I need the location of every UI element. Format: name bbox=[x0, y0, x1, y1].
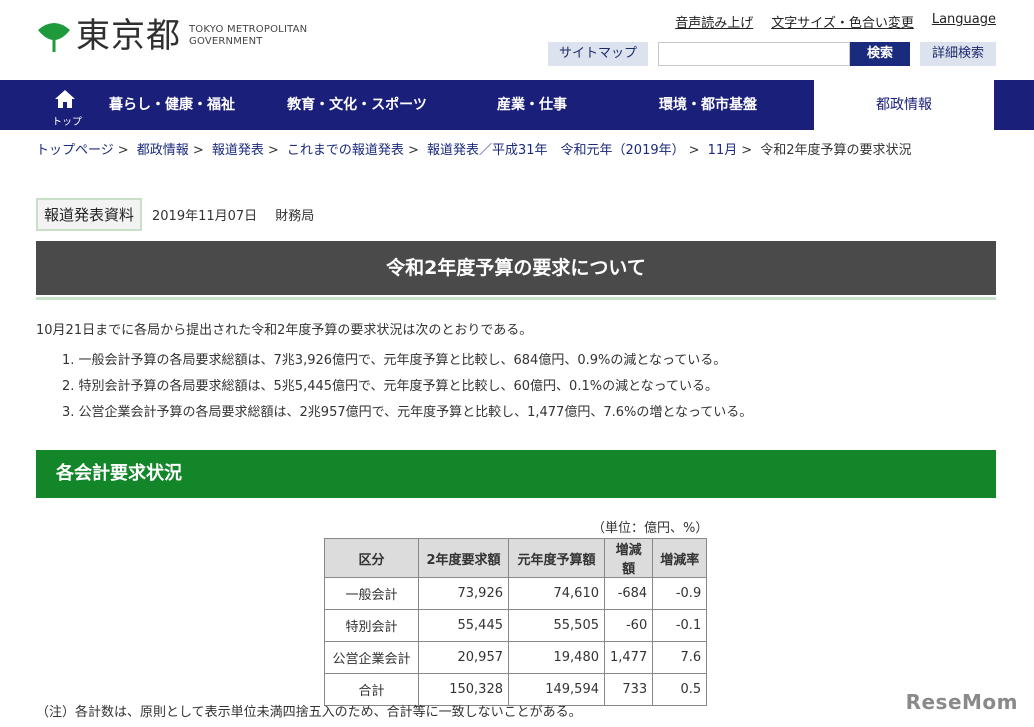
cell-change: 733 bbox=[603, 673, 654, 706]
breadcrumb-separator: > bbox=[267, 143, 279, 158]
section-title: 各会計要求状況 bbox=[36, 450, 996, 498]
cell-change: -60 bbox=[603, 609, 654, 642]
read-aloud-link[interactable]: 音声読み上げ bbox=[675, 12, 753, 31]
breadcrumb-top[interactable]: トップページ bbox=[36, 143, 114, 158]
tokyo-logo[interactable]: 東京都 TOKYO METROPOLITAN GOVERNMENT bbox=[36, 18, 307, 54]
table-row: 公営企業会計 20,957 19,480 1,477 7.6 bbox=[324, 641, 708, 674]
breadcrumb-separator: > bbox=[688, 143, 700, 158]
cell-change: 1,477 bbox=[603, 641, 654, 674]
nav-home[interactable]: トップ bbox=[0, 80, 92, 130]
search-row: サイトマップ 検索 詳細検索 bbox=[548, 42, 996, 66]
list-item: 1. 一般会計予算の各局要求総額は、7兆3,926億円で、元年度予算と比較し、6… bbox=[62, 353, 727, 368]
breadcrumb-press[interactable]: 報道発表 bbox=[212, 143, 264, 158]
nav-item-industry[interactable]: 産業・仕事 bbox=[462, 80, 602, 130]
cell-category: 特別会計 bbox=[324, 609, 419, 642]
cell-fy2-request: 55,445 bbox=[418, 609, 509, 642]
logo-english: TOKYO METROPOLITAN GOVERNMENT bbox=[189, 24, 307, 48]
advanced-search-button[interactable]: 詳細検索 bbox=[920, 42, 996, 66]
cell-fy1-budget: 19,480 bbox=[508, 641, 605, 674]
list-item: 2. 特別会計予算の各局要求総額は、5兆5,445億円で、元年度予算と比較し、6… bbox=[62, 379, 719, 394]
breadcrumb-current: 令和2年度予算の要求状況 bbox=[760, 143, 912, 158]
breadcrumb-separator: > bbox=[117, 143, 129, 158]
table-unit: （単位：億円、%） bbox=[592, 521, 709, 536]
page-title: 令和2年度予算の要求について bbox=[36, 241, 996, 295]
cell-change-rate: 0.5 bbox=[652, 673, 708, 706]
cell-fy2-request: 20,957 bbox=[418, 641, 509, 674]
breadcrumb-separator: > bbox=[407, 143, 419, 158]
press-date: 2019年11月07日 bbox=[152, 209, 258, 224]
logo-en-line1: TOKYO METROPOLITAN bbox=[189, 24, 308, 35]
table-note: （注）各計数は、原則として表示単位未満四捨五入のため、合計等に一致しないことがあ… bbox=[36, 705, 582, 720]
resemom-watermark: ReseMom bbox=[905, 690, 1018, 714]
cell-fy1-budget: 74,610 bbox=[508, 577, 605, 610]
press-tag: 報道発表資料 bbox=[36, 198, 143, 231]
breadcrumb-year[interactable]: 報道発表／平成31年 令和元年（2019年） bbox=[427, 143, 685, 158]
sitemap-button[interactable]: サイトマップ bbox=[548, 42, 648, 66]
header-fy1-budget: 元年度予算額 bbox=[508, 538, 605, 578]
header-fy2-request: 2年度要求額 bbox=[418, 538, 509, 578]
nav-item-environment[interactable]: 環境・都市基盤 bbox=[602, 80, 814, 130]
nav-spacer bbox=[994, 80, 1034, 130]
list-item: 3. 公営企業会計予算の各局要求総額は、2兆957億円で、元年度予算と比較し、1… bbox=[62, 405, 753, 420]
search-input[interactable] bbox=[658, 42, 850, 66]
breadcrumb-government[interactable]: 都政情報 bbox=[137, 143, 189, 158]
cell-change-rate: -0.1 bbox=[652, 609, 708, 642]
global-nav: トップ 暮らし・健康・福祉 教育・文化・スポーツ 産業・仕事 環境・都市基盤 都… bbox=[0, 80, 1034, 130]
header-change-rate: 増減率 bbox=[652, 538, 708, 578]
cell-category: 一般会計 bbox=[324, 577, 419, 610]
header-change: 増減額 bbox=[603, 538, 654, 578]
nav-item-education[interactable]: 教育・文化・スポーツ bbox=[252, 80, 462, 130]
title-underline bbox=[36, 297, 996, 300]
utility-links: 音声読み上げ 文字サイズ・色合い変更 Language bbox=[675, 12, 996, 31]
breadcrumb-past-press[interactable]: これまでの報道発表 bbox=[287, 143, 404, 158]
cell-change-rate: -0.9 bbox=[652, 577, 708, 610]
table-header-row: 区分 2年度要求額 元年度予算額 増減額 増減率 bbox=[324, 538, 708, 578]
cell-fy2-request: 73,926 bbox=[418, 577, 509, 610]
table-row: 特別会計 55,445 55,505 -60 -0.1 bbox=[324, 609, 708, 642]
font-color-link[interactable]: 文字サイズ・色合い変更 bbox=[771, 12, 914, 31]
site-header: 東京都 TOKYO METROPOLITAN GOVERNMENT 音声読み上げ… bbox=[0, 0, 1034, 80]
budget-table: 区分 2年度要求額 元年度予算額 増減額 増減率 一般会計 73,926 74,… bbox=[324, 538, 708, 706]
breadcrumb-separator: > bbox=[741, 143, 753, 158]
logo-kanji: 東京都 bbox=[76, 16, 181, 56]
logo-en-line2: GOVERNMENT bbox=[189, 36, 263, 47]
summary-list: 1. 一般会計予算の各局要求総額は、7兆3,926億円で、元年度予算と比較し、6… bbox=[62, 349, 752, 427]
intro-text: 10月21日までに各局から提出された令和2年度予算の要求状況は次のとおりである。 bbox=[36, 323, 533, 338]
breadcrumb-separator: > bbox=[192, 143, 204, 158]
breadcrumb-month[interactable]: 11月 bbox=[708, 143, 738, 158]
cell-change: -684 bbox=[603, 577, 654, 610]
language-link[interactable]: Language bbox=[932, 12, 996, 31]
press-meta: 報道発表資料 2019年11月07日 財務局 bbox=[36, 198, 314, 231]
cell-change-rate: 7.6 bbox=[652, 641, 708, 674]
home-icon bbox=[55, 90, 75, 108]
nav-item-living[interactable]: 暮らし・健康・福祉 bbox=[92, 80, 252, 130]
table-row: 一般会計 73,926 74,610 -684 -0.9 bbox=[324, 577, 708, 610]
ginkgo-logo-icon bbox=[38, 23, 70, 52]
breadcrumb: トップページ > 都政情報 > 報道発表 > これまでの報道発表 > 報道発表／平成31… bbox=[36, 139, 912, 158]
cell-category: 公営企業会計 bbox=[324, 641, 419, 674]
search-button[interactable]: 検索 bbox=[850, 42, 910, 66]
cell-fy1-budget: 55,505 bbox=[508, 609, 605, 642]
header-category: 区分 bbox=[324, 538, 419, 578]
nav-item-government[interactable]: 都政情報 bbox=[814, 80, 994, 130]
press-dept: 財務局 bbox=[275, 209, 315, 224]
home-label: トップ bbox=[52, 117, 82, 128]
